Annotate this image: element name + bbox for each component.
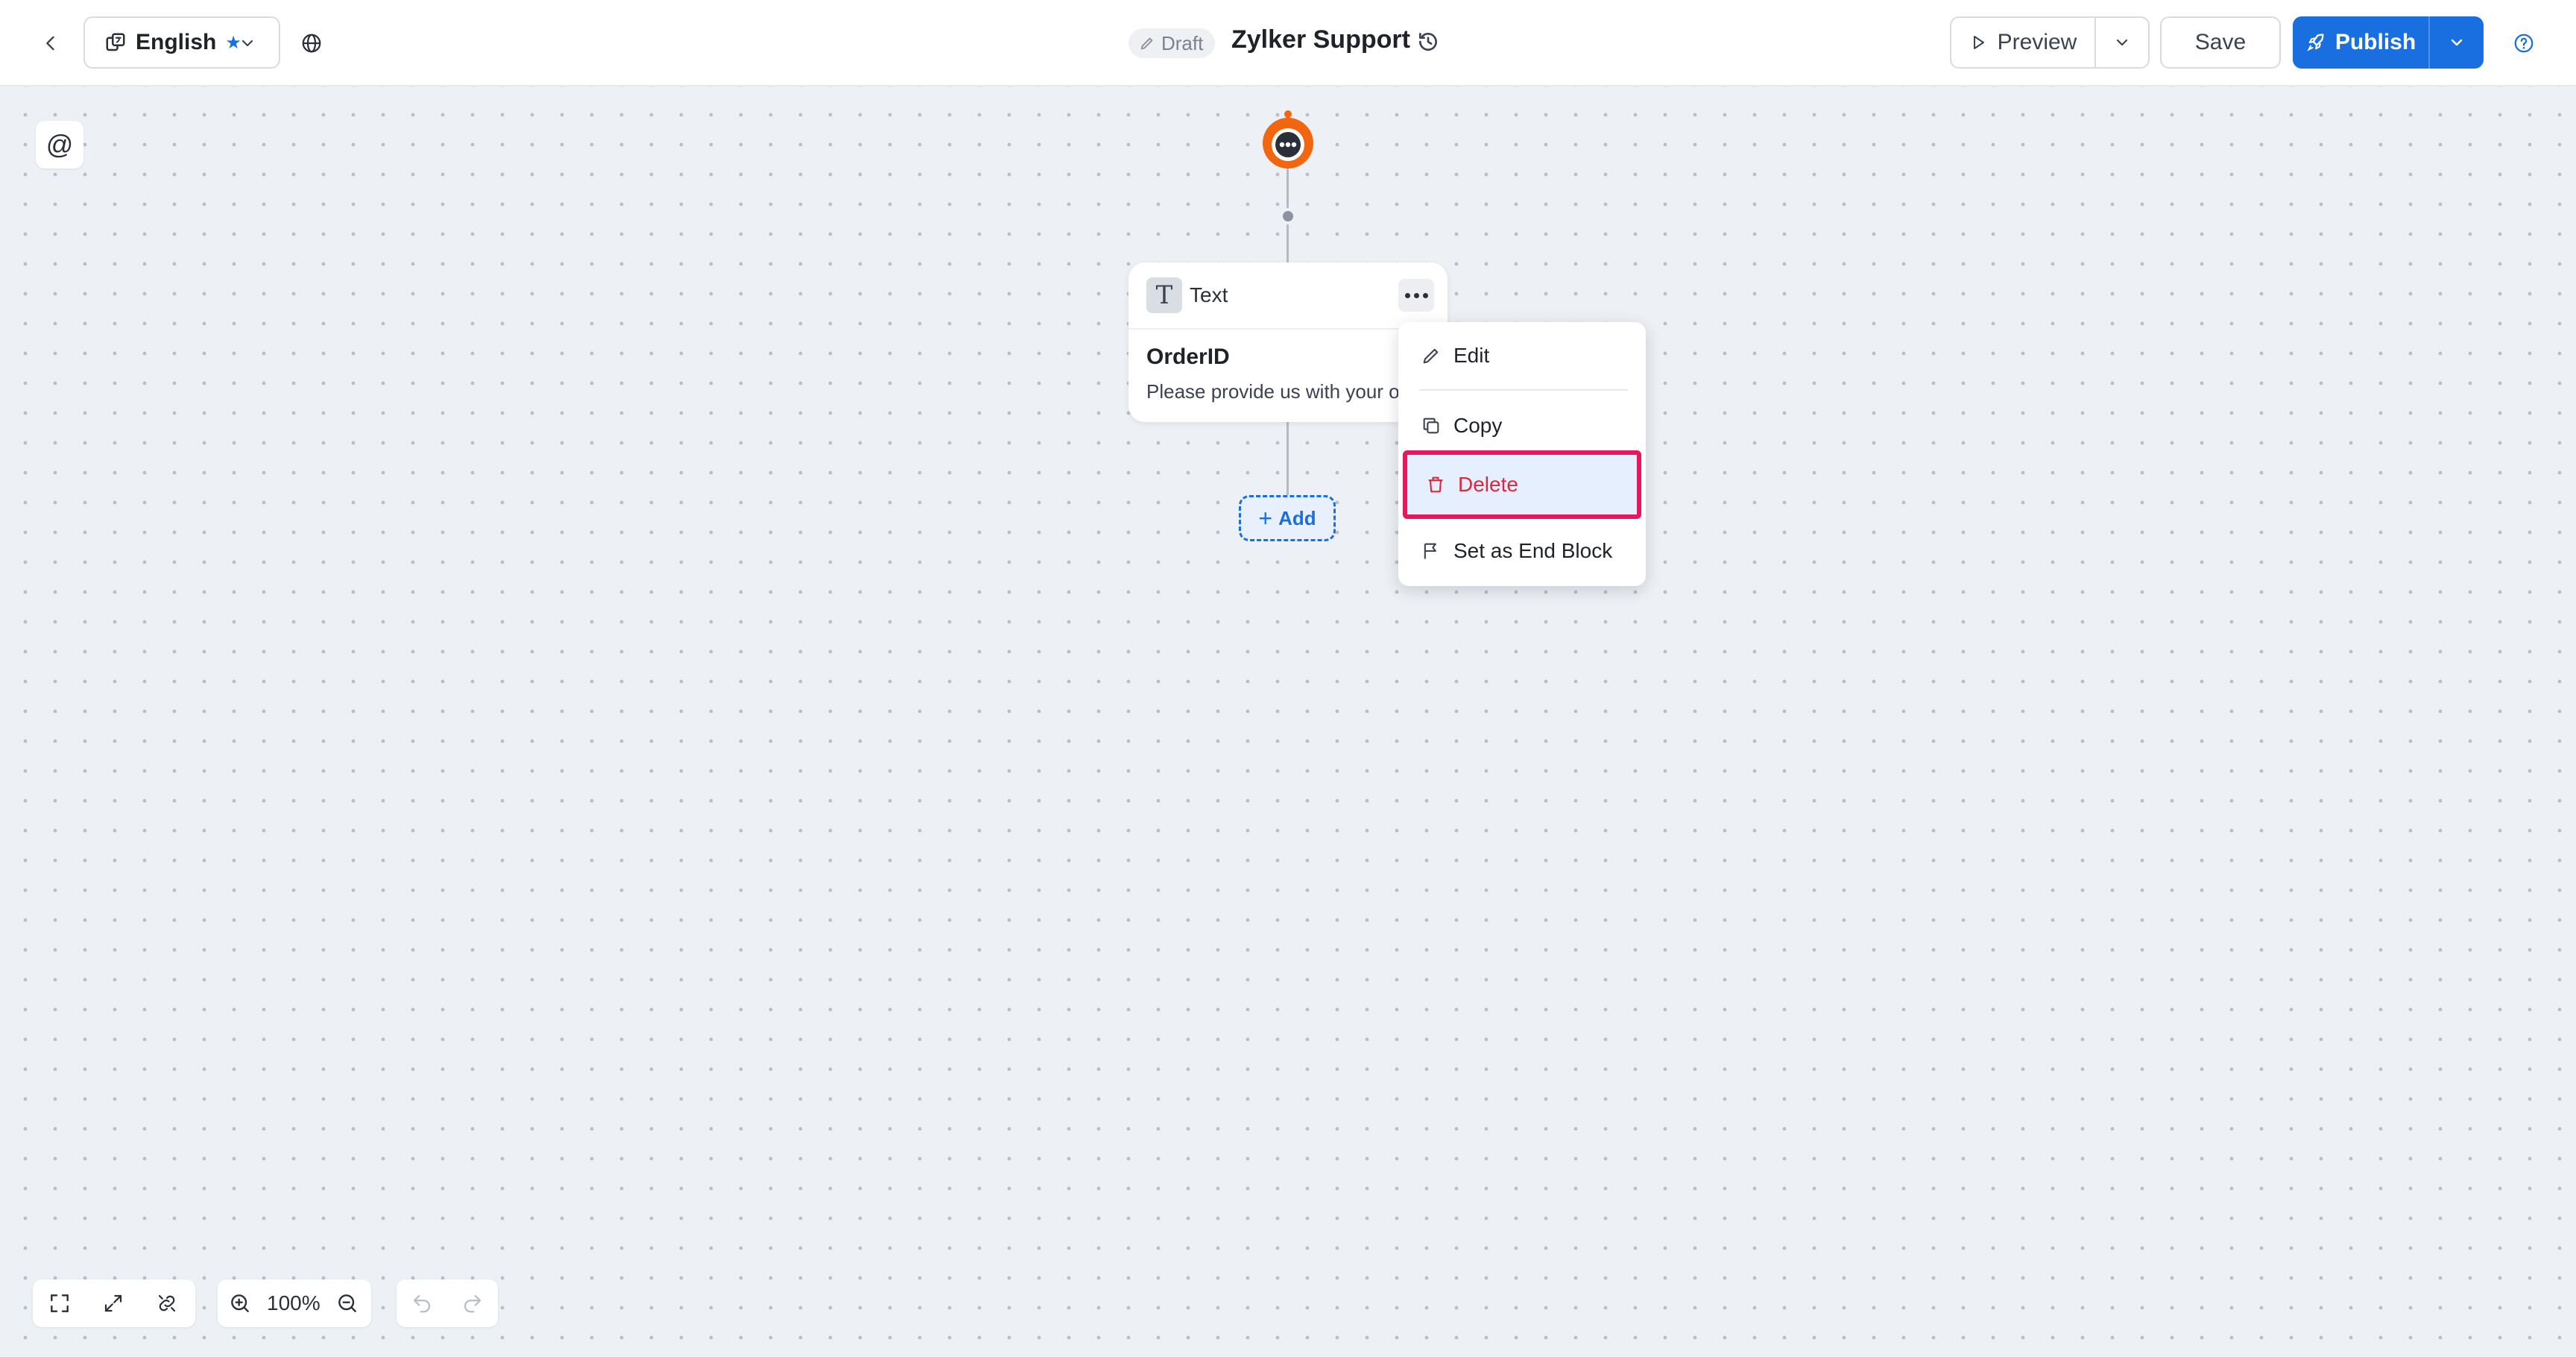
text-type-icon: T xyxy=(1146,277,1182,313)
menu-item-set-end-block[interactable]: Set as End Block xyxy=(1398,525,1646,577)
zoom-in-button[interactable] xyxy=(218,1279,262,1327)
trash-icon xyxy=(1428,476,1443,493)
mention-button[interactable]: @ xyxy=(36,121,83,169)
connector-line xyxy=(1287,422,1289,497)
fit-screen-icon xyxy=(51,1294,69,1312)
chevron-left-icon xyxy=(46,36,54,51)
card-title: OrderID xyxy=(1146,344,1230,369)
top-bar: English ★ Draft Zylker Support Preview S… xyxy=(0,0,2576,86)
flow-canvas[interactable]: @ T Text OrderID Please provide us with … xyxy=(0,86,2576,1357)
unlink-icon xyxy=(158,1294,176,1312)
menu-item-delete[interactable]: Delete xyxy=(1403,450,1641,519)
rocket-icon xyxy=(2307,34,2324,51)
pencil-icon xyxy=(1140,37,1153,50)
publish-dropdown-button[interactable] xyxy=(2430,16,2484,69)
help-button[interactable] xyxy=(2506,25,2542,61)
expand-button[interactable] xyxy=(86,1279,140,1327)
menu-item-edit[interactable]: Edit xyxy=(1398,330,1646,382)
page-title: Zylker Support xyxy=(1231,25,1410,54)
fit-to-screen-button[interactable] xyxy=(33,1279,86,1327)
menu-item-label: Delete xyxy=(1458,473,1518,496)
preview-button[interactable]: Preview xyxy=(1951,18,2096,67)
chevron-down-icon xyxy=(2116,39,2128,46)
chevron-down-icon xyxy=(242,40,253,47)
more-dot xyxy=(1413,292,1419,298)
status-badge: Draft xyxy=(1128,28,1216,58)
preview-label: Preview xyxy=(1997,30,2077,54)
add-label: Add xyxy=(1278,506,1316,529)
add-block-button[interactable]: + Add xyxy=(1239,495,1336,541)
more-options-button[interactable] xyxy=(1398,279,1434,312)
globe-button[interactable] xyxy=(294,25,329,61)
flag-icon xyxy=(1424,543,1436,559)
history-icon xyxy=(1419,33,1437,51)
zoom-in-icon xyxy=(231,1294,249,1312)
preview-dropdown-button[interactable] xyxy=(2096,18,2148,67)
zoom-out-icon xyxy=(338,1294,356,1312)
menu-divider xyxy=(1419,389,1628,391)
bot-start-node[interactable] xyxy=(1260,109,1316,171)
help-icon xyxy=(2514,34,2534,53)
play-icon xyxy=(1973,36,1984,49)
save-button[interactable]: Save xyxy=(2160,16,2281,69)
preview-button-group: Preview xyxy=(1950,16,2150,69)
menu-item-label: Set as End Block xyxy=(1453,539,1613,562)
zoom-level: 100% xyxy=(267,1291,321,1315)
more-dot xyxy=(1404,292,1410,298)
bot-icon xyxy=(1263,110,1313,169)
redo-icon xyxy=(464,1294,482,1313)
view-tools xyxy=(33,1279,195,1327)
translate-icon xyxy=(106,33,125,51)
menu-item-label: Edit xyxy=(1453,344,1490,367)
language-label: English xyxy=(136,30,217,54)
zoom-out-button[interactable] xyxy=(325,1279,370,1327)
menu-item-copy[interactable]: Copy xyxy=(1398,400,1646,452)
history-tools xyxy=(397,1279,498,1327)
connector-dot[interactable] xyxy=(1280,208,1296,224)
history-button[interactable] xyxy=(1412,25,1445,58)
context-menu: Edit Copy Delete Set as End Block xyxy=(1398,322,1646,586)
more-dot xyxy=(1422,292,1428,298)
publish-button[interactable]: Publish xyxy=(2293,16,2430,69)
publish-button-group: Publish xyxy=(2293,16,2484,69)
unlink-button[interactable] xyxy=(140,1279,194,1327)
pencil-icon xyxy=(1423,348,1439,364)
undo-icon xyxy=(413,1294,431,1313)
chevron-down-icon xyxy=(2451,39,2463,46)
zoom-tools: 100% xyxy=(218,1279,371,1327)
undo-button[interactable] xyxy=(397,1279,447,1327)
plus-icon: + xyxy=(1258,504,1273,532)
copy-icon xyxy=(1423,418,1439,434)
back-button[interactable] xyxy=(33,25,69,61)
card-type-label: Text xyxy=(1190,283,1228,306)
card-message: Please provide us with your or xyxy=(1146,380,1407,403)
publish-label: Publish xyxy=(2334,30,2416,54)
status-badge-label: Draft xyxy=(1161,31,1204,54)
language-select[interactable]: English ★ xyxy=(83,16,280,69)
redo-button[interactable] xyxy=(447,1279,498,1327)
expand-icon xyxy=(104,1294,122,1312)
globe-icon xyxy=(302,34,321,53)
menu-item-label: Copy xyxy=(1453,414,1503,437)
